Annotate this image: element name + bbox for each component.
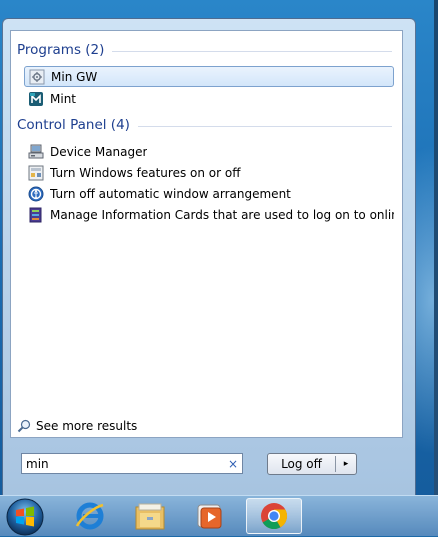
taskbar-file-explorer[interactable] [122, 498, 178, 534]
taskbar-internet-explorer[interactable] [62, 498, 118, 534]
clear-search-icon[interactable]: × [224, 457, 242, 471]
taskbar [0, 495, 438, 536]
windows-features-icon [28, 165, 44, 180]
shutdown-options-arrow-icon[interactable]: ▸ [336, 459, 356, 469]
result-item-label: Mint [50, 91, 76, 106]
log-off-button-group: Log off ▸ [267, 453, 357, 475]
mint-icon [29, 91, 43, 106]
taskbar-chrome[interactable] [246, 498, 302, 534]
see-more-results-label: See more results [36, 419, 138, 433]
chrome-icon [261, 503, 288, 530]
device-manager-icon [28, 144, 44, 158]
result-item-label: Device Manager [50, 144, 148, 159]
divider [112, 50, 392, 52]
divider [137, 125, 392, 127]
programs-header[interactable]: Programs (2) [17, 40, 392, 60]
start-search-box[interactable]: × [21, 453, 243, 474]
result-item-device-manager[interactable]: Device Manager [24, 141, 394, 162]
result-item-windows-features[interactable]: Turn Windows features on or off [24, 162, 394, 183]
media-player-icon [197, 504, 222, 529]
taskbar-media-player[interactable] [182, 498, 238, 534]
result-item-label: Manage Information Cards that are used t… [50, 207, 394, 222]
programs-header-label: Programs (2) [17, 42, 105, 58]
ease-of-access-icon [28, 186, 44, 201]
result-item-information-cards[interactable]: Manage Information Cards that are used t… [24, 204, 394, 225]
magnifier-icon [17, 419, 31, 433]
see-more-results-link[interactable]: See more results [17, 417, 137, 435]
search-results-pane: Programs (2) Min GW Mint Control Panel (… [10, 30, 403, 438]
mingw-installer-icon [29, 69, 45, 84]
log-off-button[interactable]: Log off [268, 457, 335, 471]
information-cards-icon [29, 207, 42, 222]
start-orb-icon[interactable] [5, 497, 45, 537]
result-item-mint[interactable]: Mint [24, 88, 394, 109]
result-item-min-gw[interactable]: Min GW [24, 66, 394, 87]
control-panel-header[interactable]: Control Panel (4) [17, 115, 392, 135]
control-panel-header-label: Control Panel (4) [17, 117, 130, 133]
result-item-label: Turn off automatic window arrangement [50, 186, 291, 201]
file-explorer-icon [135, 503, 165, 530]
desktop-edge [434, 0, 438, 495]
result-item-window-arrangement[interactable]: Turn off automatic window arrangement [24, 183, 394, 204]
result-item-label: Turn Windows features on or off [50, 165, 241, 180]
result-item-label: Min GW [51, 69, 98, 84]
internet-explorer-icon [75, 502, 104, 530]
start-search-input[interactable] [22, 454, 224, 473]
